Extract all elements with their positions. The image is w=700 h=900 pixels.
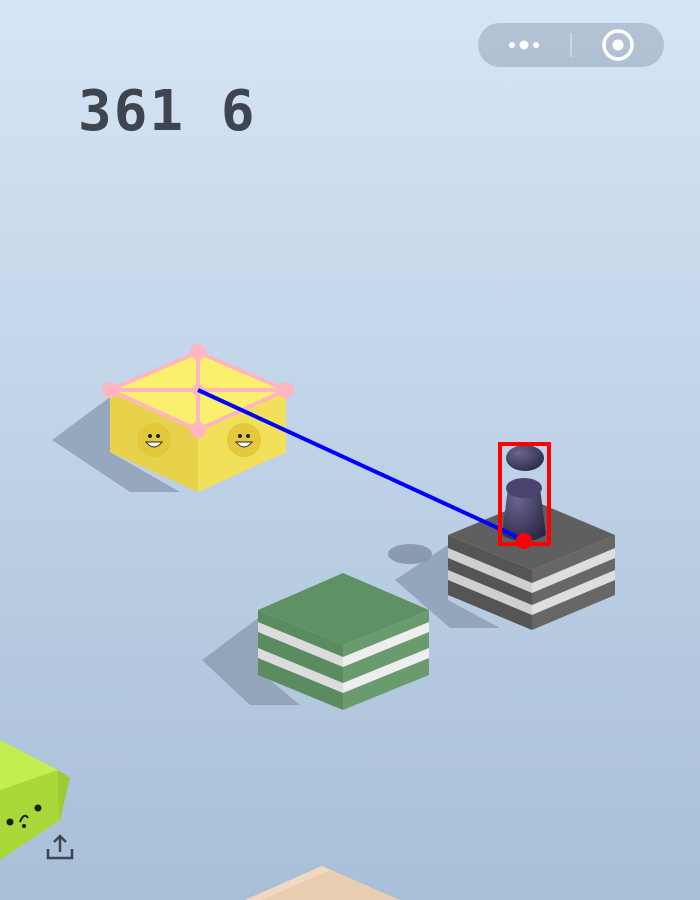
player-anchor-point: [516, 533, 532, 549]
menu-capsule: [478, 23, 664, 67]
player-piece[interactable]: [502, 445, 546, 542]
player-head: [506, 445, 544, 471]
smiley-face-right: [227, 423, 261, 457]
more-menu-button[interactable]: [478, 23, 570, 67]
close-button[interactable]: [572, 23, 664, 67]
share-upload-icon: [46, 834, 74, 860]
smiley-face-left: [137, 423, 171, 457]
share-button[interactable]: [44, 832, 76, 864]
player-shadow: [388, 544, 432, 564]
target-circle-icon: [602, 29, 634, 61]
more-dots-icon: [509, 40, 539, 50]
score-counter: 361 6: [78, 79, 257, 144]
